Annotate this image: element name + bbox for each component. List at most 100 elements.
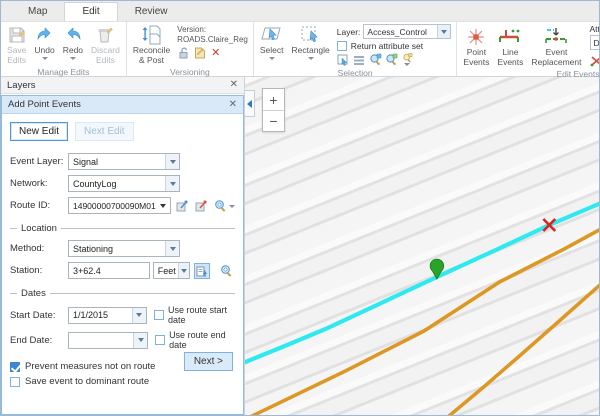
group-selection: Select Rectangle Layer: Access_Control bbox=[254, 22, 458, 76]
next-edit-button[interactable]: Next Edit bbox=[75, 122, 134, 141]
tab-edit[interactable]: Edit bbox=[64, 2, 117, 21]
zoom-to-location-icon[interactable] bbox=[218, 263, 235, 279]
start-date-label: Start Date: bbox=[10, 310, 68, 321]
rectangle-button[interactable]: Rectangle bbox=[288, 23, 334, 60]
delete-version-icon[interactable]: ✕ bbox=[209, 46, 222, 59]
return-attribute-set-checkbox[interactable] bbox=[337, 41, 347, 51]
layers-close-icon[interactable]: ✕ bbox=[230, 80, 238, 90]
new-version-icon[interactable] bbox=[193, 46, 206, 59]
station-input[interactable]: 3+62.4 bbox=[68, 262, 150, 279]
route-id-label: Route ID: bbox=[10, 200, 68, 211]
add-point-events-close-icon[interactable]: ✕ bbox=[229, 100, 237, 110]
line-events-icon bbox=[498, 27, 522, 47]
group-versioning: Reconcile & Post Version: ROADS.Claire_R… bbox=[127, 22, 254, 76]
add-point-events-header: Add Point Events ✕ bbox=[2, 96, 243, 114]
redo-icon bbox=[63, 25, 83, 45]
collapse-left-icon bbox=[247, 100, 252, 108]
method-label: Method: bbox=[10, 243, 68, 254]
start-date-picker[interactable]: 1/1/2015 bbox=[68, 307, 147, 324]
select-features-tool-icon[interactable] bbox=[337, 53, 350, 66]
select-by-location-icon[interactable] bbox=[385, 53, 398, 66]
layers-pane-header: Layers ✕ bbox=[1, 77, 244, 94]
tab-map[interactable]: Map bbox=[11, 3, 64, 21]
attribute-set-label: Attribute Set: bbox=[590, 24, 600, 34]
rectangle-select-icon bbox=[300, 25, 322, 45]
dates-section-divider: Dates bbox=[10, 288, 235, 299]
layer-dropdown[interactable]: Access_Control bbox=[363, 24, 451, 39]
add-point-events-title: Add Point Events bbox=[8, 99, 81, 110]
route-id-combobox[interactable]: 14900000700090M01 bbox=[68, 197, 171, 214]
save-dominant-route-checkbox[interactable] bbox=[10, 377, 20, 387]
list-selection-icon[interactable] bbox=[353, 53, 366, 66]
road-line-right bbox=[448, 284, 599, 415]
station-label: Station: bbox=[10, 265, 68, 276]
attribute-set-dropdown[interactable]: Default bbox=[590, 35, 600, 50]
station-units-dropdown-arrow[interactable] bbox=[178, 263, 189, 278]
pick-route-blue-icon[interactable] bbox=[175, 198, 190, 214]
left-panel: Layers ✕ Add Point Events ✕ New Edit Nex… bbox=[1, 77, 244, 415]
undo-icon bbox=[35, 25, 55, 45]
layer-label: Layer: bbox=[337, 27, 361, 37]
method-dropdown[interactable]: Stationing bbox=[68, 240, 180, 257]
ribbon: Save Edits Undo Redo bbox=[1, 22, 599, 77]
station-units-dropdown[interactable]: Feet bbox=[153, 262, 190, 279]
zoom-out-button[interactable]: − bbox=[263, 110, 284, 131]
split-event-tool-icon[interactable] bbox=[590, 54, 600, 67]
start-date-dropdown-arrow[interactable] bbox=[132, 308, 146, 323]
end-date-label: End Date: bbox=[10, 335, 68, 346]
pick-location-on-map-icon[interactable] bbox=[194, 263, 211, 279]
reconcile-icon bbox=[141, 25, 163, 45]
save-edits-button[interactable]: Save Edits bbox=[3, 23, 30, 66]
new-edit-button[interactable]: New Edit bbox=[10, 122, 68, 141]
select-dropdown-caret[interactable] bbox=[269, 57, 275, 60]
network-dropdown[interactable]: CountyLog bbox=[68, 175, 180, 192]
rectangle-dropdown-caret[interactable] bbox=[308, 57, 314, 60]
redo-dropdown-caret[interactable] bbox=[70, 57, 76, 60]
route-id-dropdown-arrow[interactable] bbox=[156, 198, 170, 213]
add-point-events-pane: Add Point Events ✕ New Edit Next Edit Ev… bbox=[1, 95, 244, 415]
use-route-start-date-checkbox[interactable] bbox=[154, 310, 164, 320]
version-label: Version: bbox=[177, 25, 248, 35]
event-replacement-button[interactable]: Event Replacement bbox=[527, 23, 585, 68]
method-dropdown-arrow[interactable] bbox=[165, 241, 179, 256]
undo-button[interactable]: Undo bbox=[30, 23, 58, 60]
event-layer-label: Event Layer: bbox=[10, 156, 68, 167]
network-dropdown-arrow[interactable] bbox=[165, 176, 179, 191]
next-button[interactable]: Next > bbox=[184, 352, 233, 371]
point-events-button[interactable]: Point Events bbox=[459, 23, 493, 68]
layers-pane-title: Layers bbox=[7, 80, 36, 91]
line-events-button[interactable]: Line Events bbox=[493, 23, 527, 68]
prevent-measures-checkbox[interactable] bbox=[10, 362, 20, 372]
interactive-select-icon[interactable] bbox=[401, 53, 414, 66]
map-graphics-layer bbox=[245, 77, 599, 415]
reconcile-post-button[interactable]: Reconcile & Post bbox=[129, 23, 174, 66]
end-date-dropdown-arrow[interactable] bbox=[133, 333, 147, 348]
tab-review[interactable]: Review bbox=[118, 3, 185, 21]
pick-route-red-icon[interactable] bbox=[194, 198, 209, 214]
map-view[interactable]: + − bbox=[244, 77, 599, 415]
zoom-to-route-caret[interactable] bbox=[229, 205, 235, 208]
network-label: Network: bbox=[10, 178, 68, 189]
road-line-lower bbox=[250, 229, 599, 415]
version-value: ROADS.Claire_Reg bbox=[177, 35, 248, 45]
unlock-icon[interactable] bbox=[177, 46, 190, 59]
redo-button[interactable]: Redo bbox=[59, 23, 87, 60]
ribbon-tab-bar: Map Edit Review bbox=[1, 1, 599, 22]
map-zoom-control: + − bbox=[262, 88, 285, 132]
event-layer-dropdown-arrow[interactable] bbox=[165, 154, 179, 169]
pane-collapse-tab[interactable] bbox=[245, 90, 255, 117]
layer-dropdown-arrow[interactable] bbox=[437, 25, 450, 38]
event-layer-dropdown[interactable]: Signal bbox=[68, 153, 180, 170]
zoom-to-route-icon[interactable] bbox=[213, 198, 235, 214]
select-button[interactable]: Select bbox=[256, 23, 288, 60]
zoom-in-button[interactable]: + bbox=[263, 89, 284, 110]
select-by-attributes-icon[interactable] bbox=[369, 53, 382, 66]
end-date-picker[interactable] bbox=[68, 332, 148, 349]
app-window: Map Edit Review Save Edits Undo bbox=[0, 0, 600, 416]
use-route-end-date-checkbox[interactable] bbox=[155, 335, 165, 345]
select-cursor-icon bbox=[261, 25, 283, 45]
group-edit-events: Point Events Line Events Event Replaceme… bbox=[457, 22, 600, 76]
discard-edits-button[interactable]: Discard Edits bbox=[87, 23, 124, 66]
undo-dropdown-caret[interactable] bbox=[42, 57, 48, 60]
location-section-divider: Location bbox=[10, 223, 235, 234]
